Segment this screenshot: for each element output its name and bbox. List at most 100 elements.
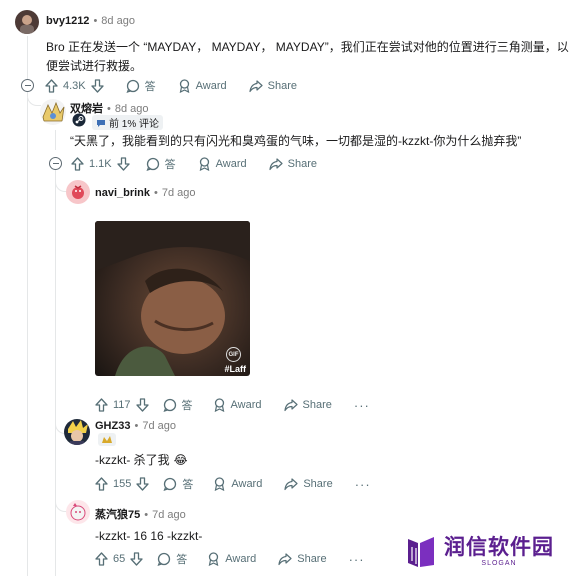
award-label: Award [230, 399, 262, 411]
comment-icon [146, 157, 159, 171]
share-button[interactable]: Share [283, 398, 332, 412]
award-button[interactable]: Award [213, 477, 262, 491]
share-icon [278, 553, 292, 566]
award-button[interactable]: Award [198, 157, 247, 171]
downvote-button[interactable] [135, 398, 149, 412]
watermark: 润信软件园 SLOGAN [396, 527, 584, 576]
downvote-button[interactable] [116, 157, 130, 171]
award-label: Award [215, 158, 247, 170]
avatar[interactable] [66, 500, 90, 524]
avatar[interactable] [15, 10, 39, 34]
comment-icon [126, 79, 139, 93]
downvote-button[interactable] [90, 79, 104, 93]
upvote-button[interactable] [95, 552, 108, 566]
award-label: Award [195, 80, 227, 92]
username[interactable]: 蒸汽狼75 [95, 506, 140, 522]
more-options-button[interactable]: ··· [355, 477, 371, 492]
comment-text: -kzzkt- 16 16 -kzzkt- [95, 529, 203, 543]
comment-text: Bro 正在发送一个 “MAYDAY， MAYDAY， MAYDAY”，我们正在… [46, 40, 569, 73]
award-label: Award [225, 553, 257, 565]
user-flair [98, 433, 116, 446]
award-icon [179, 79, 189, 93]
gif-caption: #Laff [224, 364, 246, 374]
top-comment-icon [97, 119, 105, 127]
award-button[interactable]: Award [207, 552, 256, 566]
share-icon [249, 80, 263, 93]
thread-connector [55, 170, 67, 192]
reply-label: 答 [181, 400, 193, 412]
watermark-slogan: SLOGAN [481, 560, 517, 567]
vote-count: 1.1K [89, 158, 112, 170]
downvote-button[interactable] [136, 477, 150, 491]
reply-label: 答 [144, 81, 156, 93]
share-label: Share [302, 399, 332, 411]
avatar[interactable] [40, 99, 66, 125]
share-button[interactable]: Share [249, 79, 297, 93]
comment-icon [157, 552, 171, 566]
reply-button[interactable]: 答 [146, 156, 176, 172]
share-label: Share [303, 478, 333, 490]
upvote-icon [45, 79, 58, 93]
separator: • [93, 15, 98, 27]
upvote-icon [95, 552, 108, 566]
collapse-button[interactable] [49, 157, 62, 170]
upvote-icon [95, 477, 108, 491]
share-icon [284, 478, 298, 491]
share-label: Share [267, 80, 297, 92]
username[interactable]: GHZ33 [95, 420, 130, 432]
share-button[interactable]: Share [278, 552, 327, 566]
gif-badge: GIF [226, 347, 241, 362]
collapse-button[interactable] [21, 79, 34, 92]
downvote-button[interactable] [130, 552, 143, 566]
upvote-button[interactable] [71, 157, 84, 171]
timestamp: 7d ago [161, 187, 196, 199]
top-comment-badge: 前 1% 评论 [92, 115, 164, 130]
share-label: Share [287, 158, 317, 170]
downvote-icon [90, 79, 104, 93]
award-button[interactable]: Award [213, 398, 262, 412]
downvote-icon [136, 477, 150, 491]
upvote-icon [71, 157, 84, 171]
vote-count: 155 [113, 478, 132, 490]
timestamp: 8d ago [101, 15, 135, 27]
award-icon [215, 477, 225, 491]
more-options-button[interactable]: ··· [354, 398, 370, 413]
award-button[interactable]: Award [178, 79, 227, 93]
award-icon [214, 398, 224, 412]
share-icon [283, 399, 298, 412]
reply-button[interactable]: 答 [163, 476, 193, 492]
reply-button[interactable]: 答 [163, 397, 193, 413]
thread-line [27, 98, 28, 576]
upvote-button[interactable] [45, 79, 58, 93]
username[interactable]: navi_brink [95, 187, 150, 199]
share-button[interactable]: Share [284, 477, 333, 491]
award-icon [208, 552, 219, 566]
separator: • [154, 187, 158, 199]
downvote-icon [116, 157, 130, 171]
separator: • [134, 420, 139, 432]
reply-button[interactable]: 答 [126, 78, 156, 94]
vote-count: 4.3K [63, 80, 86, 92]
upvote-button[interactable] [95, 398, 108, 412]
downvote-icon [130, 552, 143, 566]
comment-text: “天黑了，我能看到的只有闪光和臭鸡蛋的气味，一切都是湿的-kzzkt-你为什么抛… [70, 134, 522, 148]
avatar[interactable] [66, 180, 90, 204]
upvote-button[interactable] [95, 477, 108, 491]
laughing-emoji: 😂 [173, 453, 188, 467]
downvote-icon [135, 398, 149, 412]
more-options-button[interactable]: ··· [349, 552, 365, 567]
share-button[interactable]: Share [269, 157, 317, 171]
flair-icon [102, 435, 112, 443]
reply-label: 答 [176, 554, 188, 566]
avatar[interactable] [64, 419, 90, 445]
gif-image[interactable]: GIF #Laff [95, 221, 250, 376]
share-label: Share [297, 553, 327, 565]
separator: • [144, 509, 149, 521]
watermark-logo [408, 536, 434, 567]
timestamp: 7d ago [152, 509, 186, 521]
reply-label: 答 [164, 159, 176, 171]
username[interactable]: bvy1212 [46, 15, 89, 27]
vote-count: 117 [113, 399, 131, 411]
timestamp: 7d ago [142, 420, 176, 432]
reply-button[interactable]: 答 [157, 551, 187, 567]
